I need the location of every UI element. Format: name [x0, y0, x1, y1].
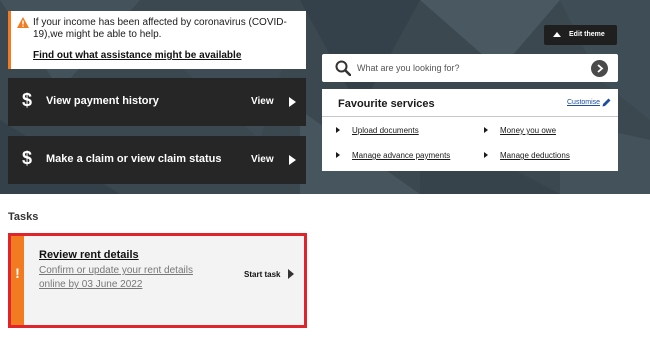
alert-message: If your income has been affected by coro…: [33, 17, 287, 40]
fav-upload-documents[interactable]: Upload documents: [352, 126, 419, 135]
hero-banner: If your income has been affected by coro…: [0, 0, 650, 194]
warning-icon: [17, 17, 29, 28]
pencil-icon[interactable]: [602, 98, 611, 107]
start-task-button[interactable]: Start task: [244, 270, 280, 279]
arrow-right-icon: [289, 97, 296, 107]
edit-theme-button[interactable]: Edit theme: [544, 25, 617, 45]
tile-action: View: [251, 154, 274, 165]
fav-manage-deductions[interactable]: Manage deductions: [500, 151, 570, 160]
tile-label: View payment history: [46, 95, 159, 107]
search-icon: [335, 60, 351, 76]
arrow-right-icon: [288, 269, 294, 279]
task-description[interactable]: Confirm or update your rent details onli…: [39, 264, 199, 292]
tasks-heading: Tasks: [8, 211, 39, 223]
dollar-icon: $: [22, 90, 33, 110]
search-input[interactable]: What are you looking for?: [357, 63, 460, 73]
task-title[interactable]: Review rent details: [39, 249, 139, 261]
favourites-divider: [322, 116, 618, 117]
chevron-right-icon: [336, 127, 340, 133]
palette-icon: [553, 32, 561, 37]
dollar-icon: $: [22, 148, 33, 168]
make-claim-tile[interactable]: $ Make a claim or view claim status View: [8, 136, 306, 184]
tile-action: View: [251, 96, 274, 107]
chevron-right-icon: [597, 64, 604, 73]
edit-theme-label: Edit theme: [569, 31, 605, 38]
assistance-link[interactable]: Find out what assistance might be availa…: [33, 50, 241, 61]
favourites-title: Favourite services: [338, 98, 435, 110]
fav-money-you-owe[interactable]: Money you owe: [500, 126, 556, 135]
tile-label: Make a claim or view claim status: [46, 153, 222, 165]
arrow-right-icon: [289, 155, 296, 165]
customise-link[interactable]: Customise: [567, 99, 600, 106]
task-card-review-rent[interactable]: ! Review rent details Confirm or update …: [11, 236, 304, 325]
exclamation-icon: !: [15, 265, 20, 281]
covid-alert: If your income has been affected by coro…: [8, 11, 306, 69]
chevron-right-icon: [484, 127, 488, 133]
search-bar[interactable]: What are you looking for?: [322, 54, 618, 82]
view-payment-history-tile[interactable]: $ View payment history View: [8, 78, 306, 126]
favourite-services-panel: Favourite services Customise Upload docu…: [322, 89, 618, 171]
chevron-right-icon: [484, 152, 488, 158]
fav-manage-advance-payments[interactable]: Manage advance payments: [352, 151, 450, 160]
chevron-right-icon: [336, 152, 340, 158]
search-submit-button[interactable]: [591, 60, 608, 77]
